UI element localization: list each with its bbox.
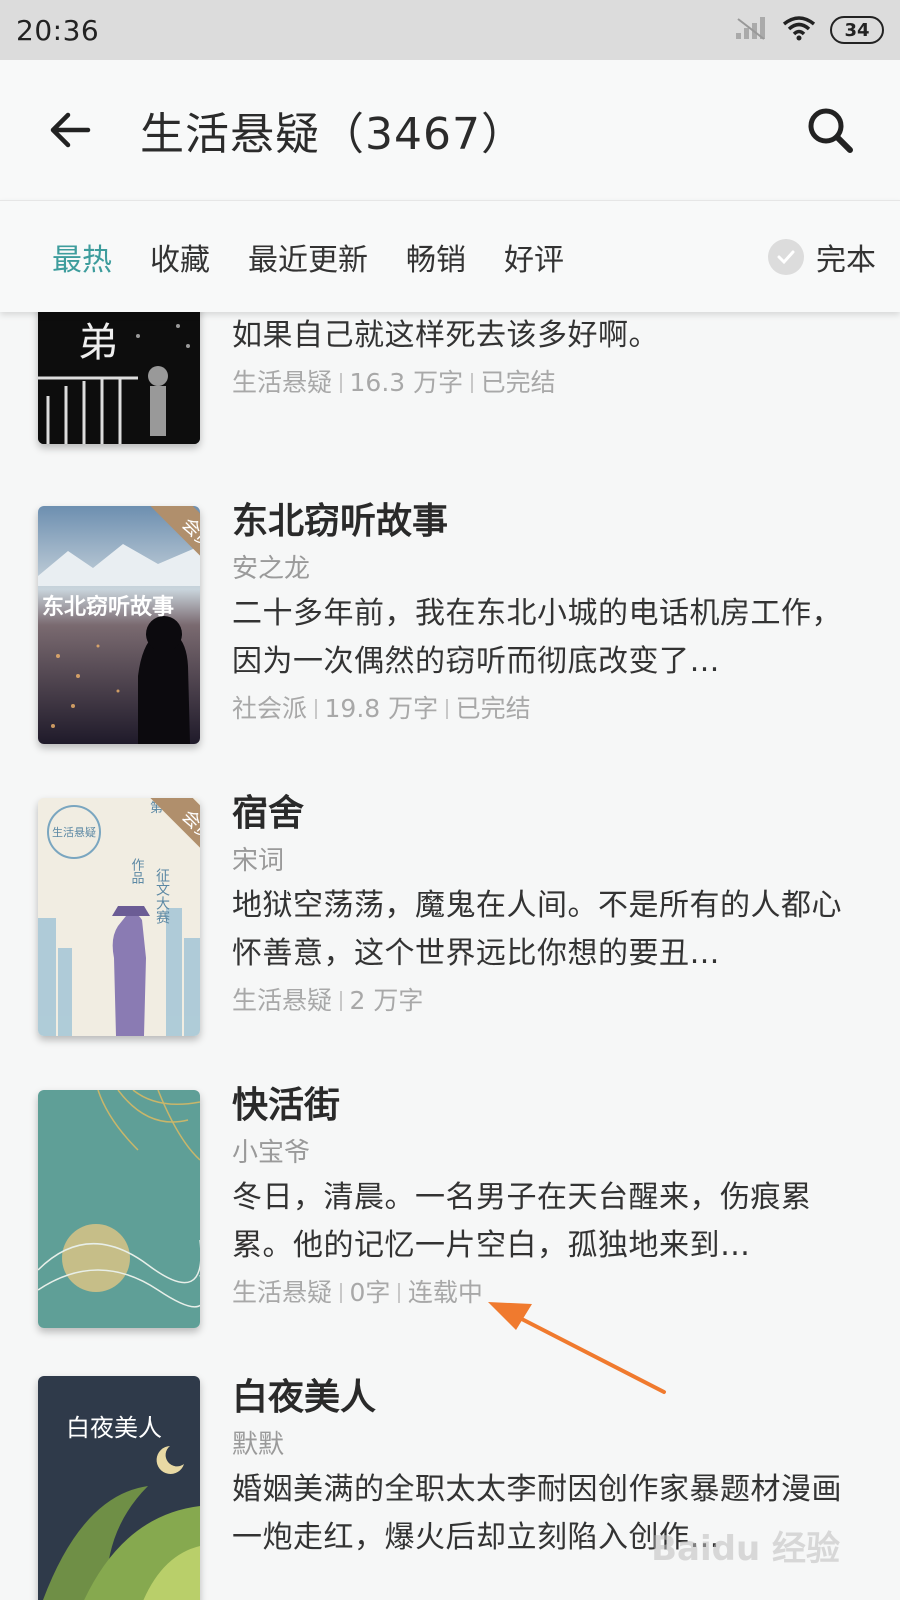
svg-text:弟: 弟 [78,320,118,366]
book-status: 连载中 [407,1278,483,1307]
status-time: 20:36 [16,13,100,47]
status-bar: 20:36 34 [0,0,900,60]
book-author: 默默 [232,1430,285,1460]
book-list: 弟 从窗口跌落之时，陈诺慢慢闭上眼睛，她想，如果自己就这样死去该多好啊。 生活悬… [0,312,900,1600]
check-circle-icon [768,238,804,275]
book-title: 快活街 [232,1085,341,1126]
book-item[interactable]: 弟 从窗口跌落之时，陈诺慢慢闭上眼睛，她想，如果自己就这样死去该多好啊。 生活悬… [0,312,900,454]
book-meta: 生活悬疑 2 万字 [232,978,860,1024]
book-status: 已完结 [480,368,556,397]
book-title: 宿舍 [232,793,305,834]
divider [315,699,317,719]
search-icon [808,108,853,153]
divider [340,991,342,1011]
divider [340,373,342,393]
book-description: 二十多年前，我在东北小城的电话机房工作，因为一次偶然的窃听而彻底改变了… [232,596,842,679]
book-title: 白夜美人 [232,1377,377,1418]
back-button[interactable] [0,60,140,200]
divider [446,699,448,719]
cover-title: 东北窃听故事 [42,594,174,620]
book-author: 小宝爷 [232,1138,311,1168]
book-cover [38,1090,200,1328]
book-word-count: 2 万字 [349,986,424,1015]
book-category: 生活悬疑 [232,986,333,1015]
battery-icon: 34 [830,16,884,44]
svg-text:作品: 作品 [129,858,145,884]
book-author: 安之龙 [232,554,311,584]
book-item[interactable]: 快活街 小宝爷 冬日，清晨。一名男子在天台醒来，伤痕累累。他的记忆一片空白，孤独… [0,1080,900,1372]
book-cover: 生活悬疑 第 作品 征文大赛 会员 [38,798,200,1036]
book-item[interactable]: 生活悬疑 第 作品 征文大赛 会员 宿舍 宋词 地狱空荡荡，魔鬼在人间。不是所有… [0,788,900,1080]
book-info: 从窗口跌落之时，陈诺慢慢闭上眼睛，她想，如果自己就这样死去该多好啊。 生活悬疑 … [232,312,860,406]
book-category: 社会派 [232,694,308,723]
book-cover: 东北窃听故事 会员 [38,506,200,744]
book-word-count: 0字 [349,1278,391,1307]
tab-recently-updated[interactable]: 最近更新 [248,235,368,279]
complete-filter-label: 完本 [816,242,876,278]
book-category: 生活悬疑 [232,1278,333,1307]
book-title: 东北窃听故事 [232,501,449,542]
complete-filter-toggle[interactable]: 完本 [768,235,876,279]
signal-icon [734,15,768,45]
book-description: 从窗口跌落之时，陈诺慢慢闭上眼睛，她想，如果自己就这样死去该多好啊。 [232,318,659,353]
status-icons: 34 [734,15,884,45]
book-meta: 生活悬疑 0字 连载中 [232,1270,860,1316]
book-word-count: 16.3 万字 [349,368,464,397]
cover-label: 生活悬疑 [52,825,96,839]
search-button[interactable] [760,60,900,200]
tab-favorites[interactable]: 收藏 [150,235,210,279]
filter-bar: 最热 收藏 最近更新 畅销 好评 完本 [0,200,900,312]
book-meta: 生活悬疑 16.3 万字 已完结 [232,360,860,406]
cover-title: 白夜美人 [66,1414,162,1442]
tab-top-rated[interactable]: 好评 [504,235,564,279]
book-cover: 弟 [38,312,200,444]
book-word-count: 19.8 万字 [324,694,439,723]
divider [340,1283,342,1303]
cover-subtitle: 征文大赛 [154,868,170,924]
page-title: 生活悬疑（3467） [140,109,526,160]
book-meta: 社会派 19.8 万字 已完结 [232,686,860,732]
book-info: 宿舍 宋词 地狱空荡荡，魔鬼在人间。不是所有的人都心怀善意，这个世界远比你想的要… [232,788,860,1024]
tab-hottest[interactable]: 最热 [52,235,112,279]
divider [398,1283,400,1303]
app-bar: 生活悬疑（3467） [0,60,900,200]
book-description: 地狱空荡荡，魔鬼在人间。不是所有的人都心怀善意，这个世界远比你想的要丑… [232,888,842,971]
wifi-icon [782,15,816,45]
book-info: 东北窃听故事 安之龙 二十多年前，我在东北小城的电话机房工作，因为一次偶然的窃听… [232,496,860,732]
book-category: 生活悬疑 [232,368,333,397]
book-item[interactable]: 东北窃听故事 会员 东北窃听故事 安之龙 二十多年前，我在东北小城的电话机房工作… [0,496,900,788]
book-description: 冬日，清晨。一名男子在天台醒来，伤痕累累。他的记忆一片空白，孤独地来到… [232,1180,812,1263]
book-cover: 白夜美人 [38,1376,200,1600]
watermark: Baidu 经验 [651,1529,840,1569]
tab-best-selling[interactable]: 畅销 [406,235,466,279]
book-author: 宋词 [232,846,285,876]
book-status: 已完结 [455,694,531,723]
arrow-left-icon [50,112,91,148]
divider [471,373,473,393]
book-info: 快活街 小宝爷 冬日，清晨。一名男子在天台醒来，伤痕累累。他的记忆一片空白，孤独… [232,1080,860,1316]
